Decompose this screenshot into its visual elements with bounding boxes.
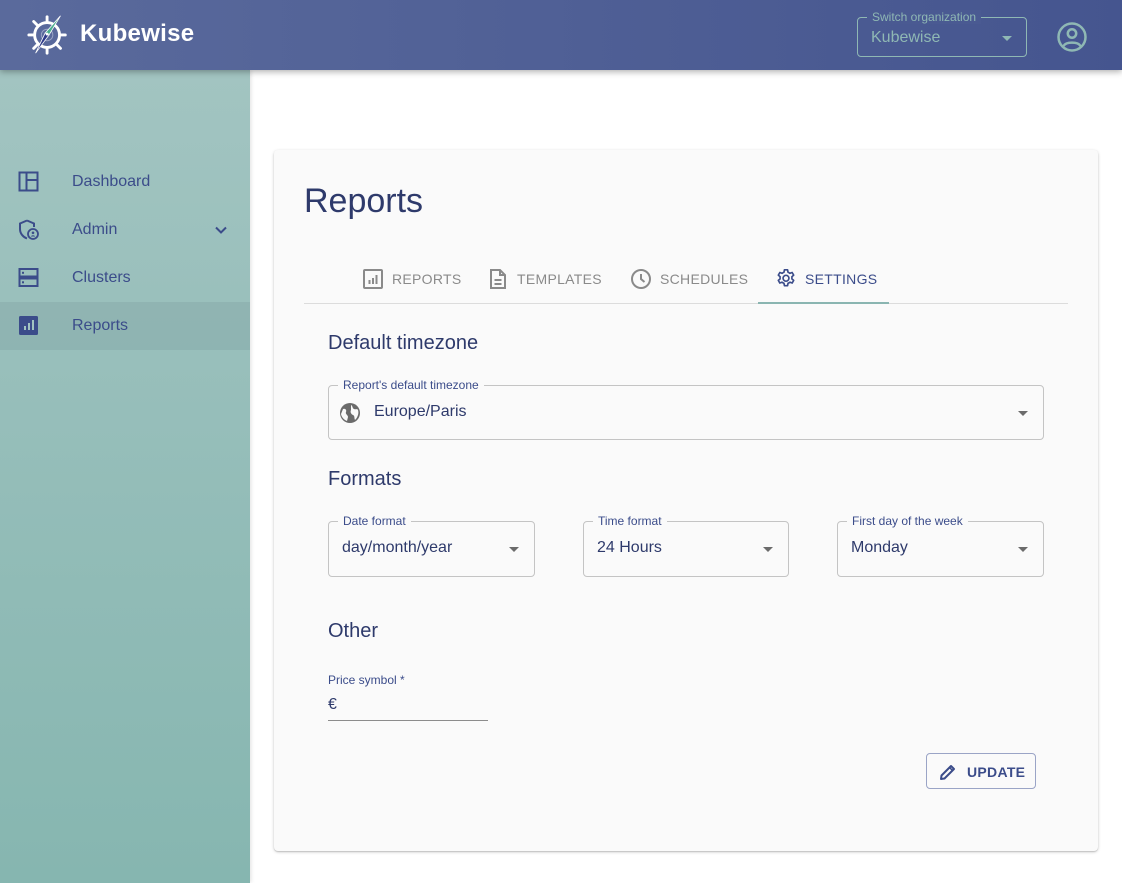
tab-reports[interactable]: REPORTS bbox=[362, 254, 462, 304]
globe-icon bbox=[340, 403, 360, 423]
tab-templates[interactable]: TEMPLATES bbox=[487, 254, 602, 304]
tabs: REPORTS TEMPLATES SCHEDULES SETTINGS bbox=[304, 254, 1068, 304]
active-tab-indicator bbox=[758, 302, 889, 304]
time-format-value: 24 Hours bbox=[597, 539, 662, 556]
first-day-of-week-select[interactable]: First day of the week Monday bbox=[837, 514, 1044, 577]
switch-organization-label: Switch organization bbox=[867, 10, 982, 24]
sidebar-item-label: Reports bbox=[72, 317, 129, 334]
sidebar-item-admin[interactable]: Admin bbox=[0, 206, 250, 254]
sidebar-item-label: Admin bbox=[72, 221, 118, 238]
update-button[interactable]: UPDATE bbox=[926, 753, 1036, 789]
app-header: Kubewise Switch organization Kubewise bbox=[0, 0, 1122, 70]
price-symbol-label: Price symbol * bbox=[328, 673, 405, 687]
document-icon bbox=[490, 269, 506, 289]
update-button-label: UPDATE bbox=[967, 764, 1026, 780]
clusters-icon bbox=[18, 268, 39, 287]
price-symbol-value: € bbox=[328, 696, 337, 713]
caret-down-icon bbox=[1002, 36, 1012, 41]
other-heading: Other bbox=[328, 620, 379, 642]
sidebar-item-dashboard[interactable]: Dashboard bbox=[0, 158, 250, 206]
price-symbol-input[interactable]: € bbox=[328, 691, 488, 721]
clock-icon bbox=[631, 269, 651, 289]
admin-shield-icon bbox=[19, 219, 39, 240]
sidebar-item-label: Clusters bbox=[72, 269, 131, 286]
dashboard-icon bbox=[18, 171, 39, 192]
switch-organization-value: Kubewise bbox=[871, 29, 941, 46]
tab-schedules[interactable]: SCHEDULES bbox=[630, 254, 748, 304]
reports-settings-card: Reports REPORTS TEMPLATES SCHEDULES SETT… bbox=[274, 150, 1098, 851]
timezone-select[interactable]: Report's default timezone Europe/Paris bbox=[328, 378, 1044, 440]
first-day-label: First day of the week bbox=[847, 514, 968, 528]
gear-icon bbox=[777, 269, 795, 287]
pencil-icon bbox=[940, 765, 955, 780]
tab-label: REPORTS bbox=[392, 271, 462, 287]
caret-down-icon bbox=[1018, 411, 1028, 416]
switch-organization-select[interactable]: Switch organization Kubewise bbox=[857, 10, 1027, 57]
account-circle-icon[interactable] bbox=[1056, 21, 1088, 53]
sidebar-item-label: Dashboard bbox=[72, 173, 151, 190]
date-format-select[interactable]: Date format day/month/year bbox=[328, 514, 535, 577]
brand[interactable]: Kubewise bbox=[26, 10, 194, 58]
tab-label: SCHEDULES bbox=[660, 271, 749, 287]
timezone-label: Report's default timezone bbox=[338, 378, 484, 392]
date-format-label: Date format bbox=[338, 514, 411, 528]
date-format-value: day/month/year bbox=[342, 539, 453, 556]
default-timezone-heading: Default timezone bbox=[328, 332, 479, 354]
time-format-select[interactable]: Time format 24 Hours bbox=[583, 514, 789, 577]
time-format-label: Time format bbox=[593, 514, 667, 528]
caret-down-icon bbox=[763, 547, 773, 552]
reports-icon bbox=[19, 316, 38, 335]
tab-label: SETTINGS bbox=[805, 271, 878, 287]
report-chart-icon bbox=[363, 269, 383, 289]
sidebar-item-clusters[interactable]: Clusters bbox=[0, 254, 250, 302]
first-day-value: Monday bbox=[851, 539, 908, 556]
timezone-value: Europe/Paris bbox=[374, 403, 467, 420]
tab-settings[interactable]: SETTINGS bbox=[775, 254, 877, 304]
tab-label: TEMPLATES bbox=[517, 271, 602, 287]
brand-name: Kubewise bbox=[80, 20, 195, 47]
caret-down-icon bbox=[509, 547, 519, 552]
formats-heading: Formats bbox=[328, 468, 402, 490]
compass-logo-icon bbox=[27, 15, 67, 55]
sidebar-item-reports[interactable]: Reports bbox=[0, 302, 250, 350]
page-title: Reports bbox=[304, 182, 424, 220]
sidebar: Dashboard Admin Clusters Reports bbox=[0, 70, 250, 883]
caret-down-icon bbox=[1018, 547, 1028, 552]
chevron-down-icon[interactable] bbox=[212, 221, 230, 239]
